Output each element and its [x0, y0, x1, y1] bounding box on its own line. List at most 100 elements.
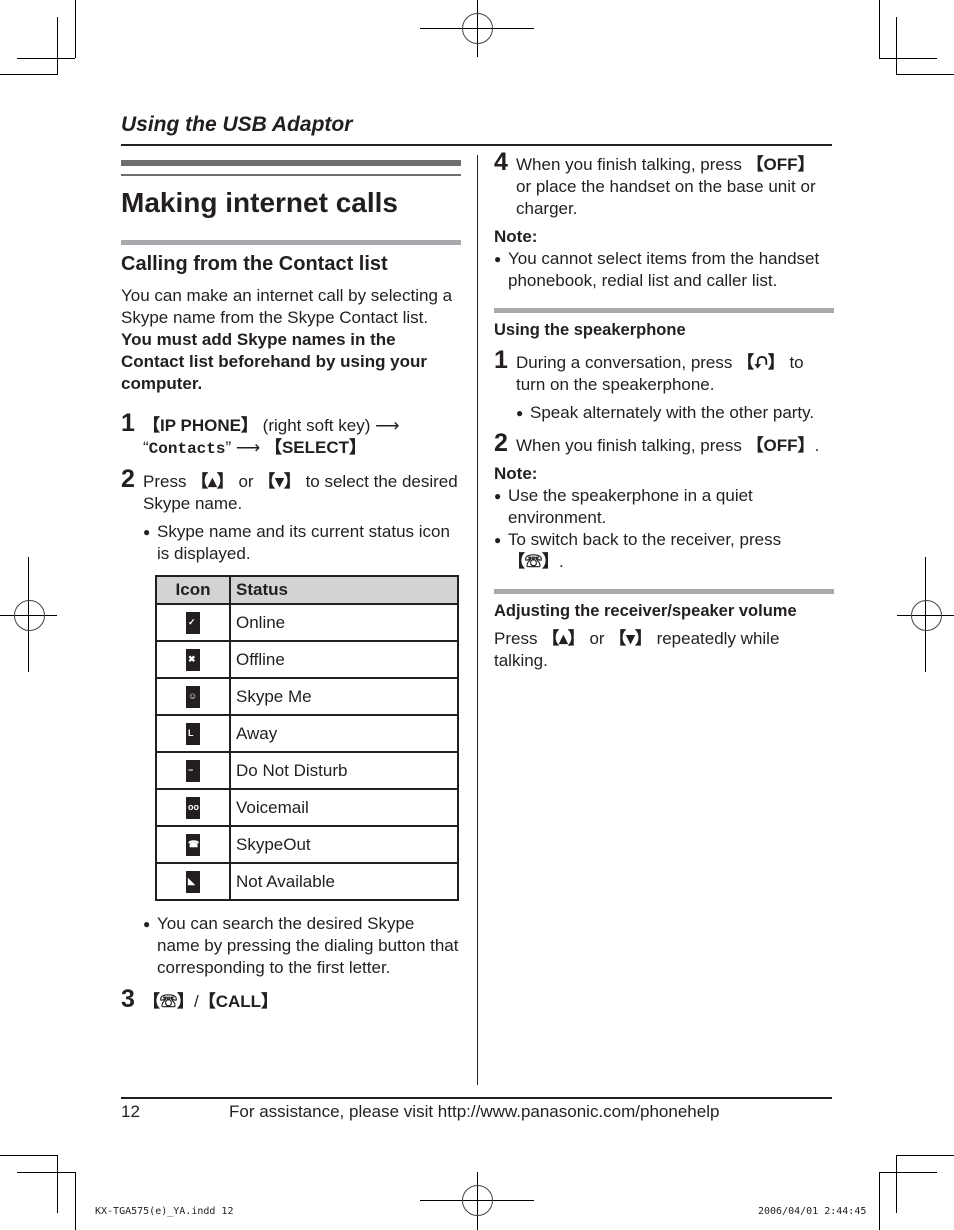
icon-cell: ✓ [155, 603, 231, 642]
step-number: 2 [121, 465, 135, 493]
running-title: Using the USB Adaptor [121, 113, 353, 136]
table-row: ✖ Offline [155, 640, 459, 679]
bullet-text: Skype name and its current status icon i… [157, 522, 450, 563]
slug-filename: KX-TGA575(e)_YA.indd 12 [95, 1206, 234, 1217]
call-key: 【CALL】 [198, 992, 279, 1011]
status-cell: Not Available [229, 862, 459, 901]
online-icon: ✓ [186, 611, 200, 634]
step-text: . [814, 436, 820, 455]
offline-icon: ✖ [186, 648, 200, 671]
note-text: . [559, 552, 564, 571]
speaker-key-icon: 【⮏】 [737, 353, 785, 372]
page-title: Making internet calls [121, 187, 398, 218]
bullet-item: Skype name and its current status icon i… [143, 521, 461, 565]
bullet-text: Speak alternately with the other party. [530, 403, 815, 422]
up-key: 【▴】 [542, 629, 585, 648]
speaker-step-2: 2 When you finish talking, press 【OFF】. [494, 429, 834, 457]
icon-cell: ☺ [155, 677, 231, 716]
right-column: 4 When you finish talking, press 【OFF】 o… [494, 148, 834, 672]
not-available-icon: ◣ [186, 870, 200, 893]
title-rule [121, 160, 461, 176]
speakerphone-heading: Using the speakerphone [494, 321, 686, 339]
step-number: 1 [494, 346, 508, 374]
left-column: Making internet calls Calling from the C… [121, 160, 461, 1013]
step-text: or [584, 629, 610, 648]
off-key: 【OFF】 [746, 436, 815, 455]
off-key: 【OFF】 [746, 155, 815, 174]
status-cell: Voicemail [229, 788, 459, 827]
quote: ” ⟶ [225, 438, 265, 457]
icon-cell: L [155, 714, 231, 753]
section-heading: Calling from the Contact list [121, 253, 388, 275]
speaker-step-1: 1 During a conversation, press 【⮏】 to tu… [494, 346, 834, 425]
intro-text: You can make an internet call by selecti… [121, 286, 453, 327]
table-row: ☺ Skype Me [155, 677, 459, 716]
status-cell: Online [229, 603, 459, 642]
volume-text: Press 【▴】 or 【▾】 repeatedly while talkin… [494, 628, 834, 672]
voicemail-icon: oo [186, 796, 200, 819]
table-row: oo Voicemail [155, 788, 459, 827]
icon-cell: oo [155, 788, 231, 827]
step-text: or place the handset on the base unit or… [516, 177, 816, 218]
table-row: − Do Not Disturb [155, 751, 459, 790]
note-item: Use the speakerphone in a quiet environm… [494, 485, 834, 529]
skype-me-icon: ☺ [186, 685, 200, 708]
down-key: 【▾】 [609, 629, 652, 648]
step-text: (right soft key) ⟶ [257, 416, 400, 435]
step-number: 1 [121, 409, 135, 437]
step-text: When you finish talking, press [516, 436, 747, 455]
status-cell: Do Not Disturb [229, 751, 459, 790]
icon-cell: ✖ [155, 640, 231, 679]
talk-key-icon: 【☏】 [143, 992, 194, 1011]
section-rule [494, 589, 834, 594]
step-text: or [233, 472, 259, 491]
bullet-text: You can search the desired Skype name by… [157, 914, 459, 977]
icon-cell: ◣ [155, 862, 231, 901]
note-text: To switch back to the receiver, press [508, 530, 782, 549]
table-row: ◣ Not Available [155, 862, 459, 901]
bullet-item: You can search the desired Skype name by… [143, 913, 461, 979]
step-number: 4 [494, 148, 508, 176]
section-rule [494, 308, 834, 313]
note-text: Use the speakerphone in a quiet environm… [508, 486, 753, 527]
volume-heading: Adjusting the receiver/speaker volume [494, 602, 797, 620]
select-key: 【SELECT】 [264, 438, 367, 457]
bullet-item: Speak alternately with the other party. [516, 402, 834, 424]
step-2: 2 Press 【▴】 or 【▾】 to select the desired… [121, 465, 461, 565]
search-tip: You can search the desired Skype name by… [121, 913, 461, 979]
status-cell: Skype Me [229, 677, 459, 716]
note-label: Note: [494, 464, 538, 483]
section-rule [121, 240, 461, 245]
header-rule [121, 144, 832, 146]
note-label: Note: [494, 227, 538, 246]
footer-rule [121, 1097, 832, 1099]
step-1: 1 【IP PHONE】 (right soft key) ⟶ “Contact… [121, 409, 461, 460]
step-number: 2 [494, 429, 508, 457]
skypeout-icon: ☎ [186, 833, 200, 856]
ip-phone-key: 【IP PHONE】 [143, 416, 258, 435]
down-key: 【▾】 [258, 472, 301, 491]
slug-datetime: 2006/04/01 2:44:45 [758, 1206, 867, 1217]
status-cell: SkypeOut [229, 825, 459, 864]
step-4: 4 When you finish talking, press 【OFF】 o… [494, 148, 834, 220]
note-item: You cannot select items from the handset… [494, 248, 834, 292]
talk-key-icon: 【☏】 [508, 552, 559, 571]
table-row: ☎ SkypeOut [155, 825, 459, 864]
note-text: You cannot select items from the handset… [508, 249, 820, 290]
icon-cell: ☎ [155, 825, 231, 864]
table-row: ✓ Online [155, 603, 459, 642]
status-cell: Offline [229, 640, 459, 679]
step-text: Press [494, 629, 543, 648]
do-not-disturb-icon: − [186, 759, 200, 782]
icon-cell: − [155, 751, 231, 790]
column-header-status: Status [229, 575, 459, 605]
table-header-row: Icon Status [155, 575, 459, 605]
up-key: 【▴】 [191, 472, 234, 491]
step-text: Press [143, 472, 192, 491]
column-header-icon: Icon [155, 575, 231, 605]
intro-warning: You must add Skype names in the Contact … [121, 330, 428, 393]
status-cell: Away [229, 714, 459, 753]
table-row: L Away [155, 714, 459, 753]
step-3: 3 【☏】/【CALL】 [121, 987, 461, 1013]
assistance-text: For assistance, please visit http://www.… [229, 1102, 720, 1121]
